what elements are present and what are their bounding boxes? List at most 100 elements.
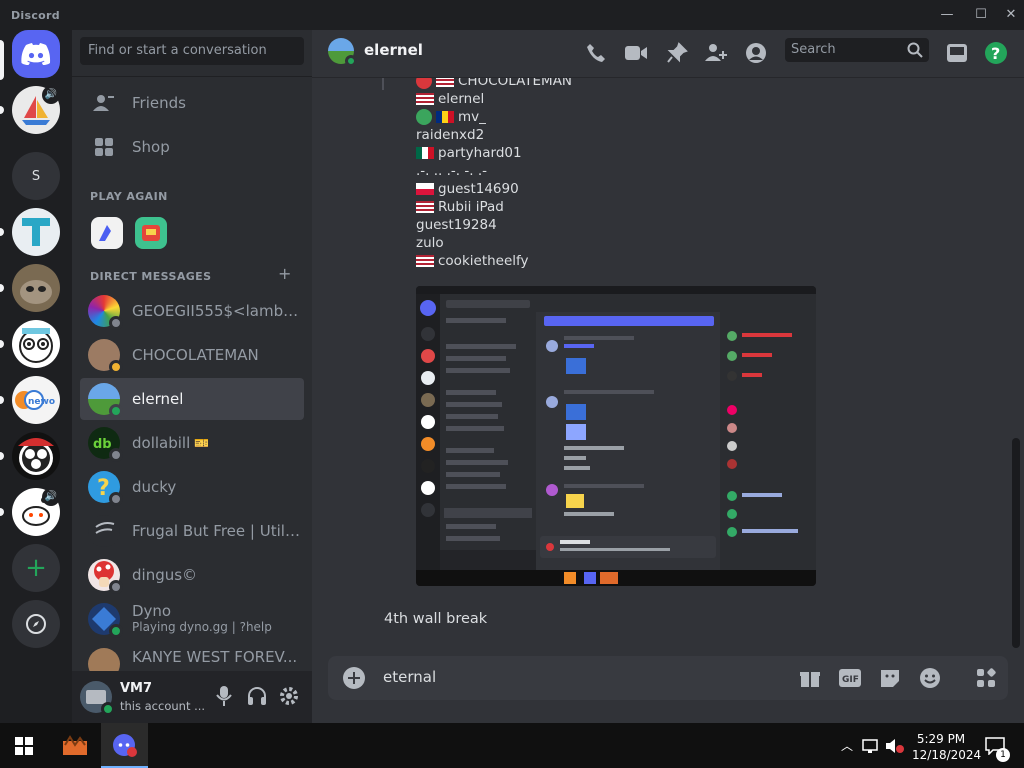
nav-friends[interactable]: Friends <box>80 82 304 124</box>
windows-taskbar: ︿ 5:29 PM 12/18/2024 1 <box>0 723 1024 768</box>
attach-plus-icon[interactable] <box>342 666 366 690</box>
chat-area: CHOCOLATEMAN elernel mv_ raidenxd2 party… <box>312 78 1024 723</box>
notification-count: 1 <box>996 748 1010 762</box>
search-input[interactable]: Search <box>785 38 929 62</box>
volume-muted-icon[interactable] <box>884 723 906 768</box>
svg-text:?: ? <box>991 44 1000 63</box>
image-attachment[interactable] <box>416 286 816 586</box>
clock-date: 12/18/2024 <box>912 748 982 762</box>
dm-name: GEOEGII555$<lambd... <box>132 302 300 320</box>
username: VM7 <box>120 681 153 696</box>
scrollbar[interactable] <box>1012 438 1020 648</box>
compass-icon <box>26 614 46 634</box>
status-online <box>345 55 357 67</box>
nav-shop[interactable]: Shop <box>80 126 304 168</box>
svg-text:db: db <box>93 437 112 452</box>
avatar: db <box>88 427 123 462</box>
discover-button[interactable] <box>12 600 60 648</box>
dm-item[interactable]: Dyno Playing dyno.gg | ?help <box>80 598 304 640</box>
romania-flag-icon <box>436 111 454 123</box>
message-input[interactable]: eternal <box>383 668 436 686</box>
server-s[interactable]: S <box>12 152 60 200</box>
dm-item[interactable]: dingus© <box>80 554 304 596</box>
dm-item[interactable]: ? ducky <box>80 466 304 508</box>
svg-text:GIF: GIF <box>842 675 859 685</box>
message-line: CHOCOLATEMAN <box>416 78 572 89</box>
mic-icon[interactable] <box>214 685 234 711</box>
maximize-button[interactable]: ☐ <box>971 6 991 24</box>
dm-name: ducky <box>132 478 177 496</box>
mexico-flag-icon <box>416 147 434 159</box>
channel-title: elernel <box>364 41 423 59</box>
dm-name: elernel <box>132 390 184 408</box>
gif-icon[interactable]: GIF <box>838 666 862 690</box>
message-line: elernel <box>416 91 484 107</box>
inbox-icon[interactable] <box>944 40 970 66</box>
speaker-icon: 🔊 <box>42 488 60 506</box>
taskbar-app-folder[interactable] <box>52 723 98 768</box>
video-call-icon[interactable] <box>623 40 649 66</box>
find-conversation-button[interactable]: Find or start a conversation <box>80 37 304 65</box>
speaker-icon: 🔊 <box>42 86 60 104</box>
server-raccoon[interactable] <box>12 264 60 312</box>
dm-sidebar: Find or start a conversation Friends Sho… <box>72 30 312 723</box>
shop-label: Shop <box>132 138 170 156</box>
status-offline <box>109 316 123 330</box>
server-newo[interactable]: newo <box>12 376 60 424</box>
red-circle-icon <box>416 78 432 89</box>
dm-name: dollabill <box>132 434 191 452</box>
notifications-icon[interactable]: 1 <box>980 723 1010 768</box>
add-friends-icon[interactable] <box>703 40 729 66</box>
emoji-icon[interactable] <box>918 666 942 690</box>
user-status-text: this account ... <box>120 699 206 713</box>
dm-item[interactable]: KANYE WEST FOREV... <box>80 642 304 672</box>
avatar <box>88 383 123 418</box>
search-icon <box>907 42 923 58</box>
apps-icon[interactable] <box>974 666 998 690</box>
clock[interactable]: 5:29 PM 12/18/2024 <box>912 731 982 763</box>
play-again-heading: PLAY AGAIN <box>90 190 168 203</box>
pin-icon[interactable] <box>664 40 690 66</box>
friends-icon <box>92 91 116 115</box>
add-server-button[interactable]: + <box>12 544 60 592</box>
dm-item-active[interactable]: elernel <box>80 378 304 420</box>
friends-label: Friends <box>132 94 186 112</box>
message-composer: eternal GIF <box>328 656 1008 700</box>
headphones-icon[interactable] <box>246 685 268 711</box>
avatar[interactable] <box>80 681 115 716</box>
network-icon[interactable] <box>860 723 882 768</box>
dm-item[interactable]: GEOEGII555$<lambd... <box>80 290 304 332</box>
call-icon[interactable] <box>583 40 609 66</box>
dm-item[interactable]: db dollabill 🎫 <box>80 422 304 464</box>
avatar <box>88 559 123 594</box>
create-dm-button[interactable]: + <box>278 264 291 283</box>
dm-item[interactable]: Frugal But Free | Utilit... <box>80 510 304 552</box>
user-profile-icon[interactable] <box>743 40 769 66</box>
help-icon[interactable]: ? <box>983 40 1009 66</box>
tray-chevron-up-icon[interactable]: ︿ <box>838 723 856 768</box>
message-line: partyhard01 <box>416 145 522 161</box>
clock-time: 5:29 PM <box>916 732 966 746</box>
user-panel: VM7 this account ... <box>72 671 312 723</box>
dm-item[interactable]: CHOCOLATEMAN <box>80 334 304 376</box>
settings-gear-icon[interactable] <box>278 685 300 711</box>
dm-name: Dyno <box>132 603 172 619</box>
discord-logo-icon <box>21 43 51 65</box>
avatar <box>88 339 123 374</box>
message-line: guest14690 <box>416 181 519 197</box>
sticker-icon[interactable] <box>878 666 902 690</box>
close-button[interactable]: ✕ <box>1001 6 1021 24</box>
game-icon-1[interactable] <box>91 217 123 249</box>
home-button[interactable] <box>12 30 60 78</box>
minimize-button[interactable]: — <box>937 6 957 24</box>
message-line: raidenxd2 <box>416 127 485 143</box>
server-t[interactable] <box>12 208 60 256</box>
server-obs[interactable] <box>12 432 60 480</box>
gift-icon[interactable] <box>798 666 822 690</box>
server-panda[interactable] <box>12 320 60 368</box>
ticket-badge: 🎫 <box>194 436 210 450</box>
game-icon-2[interactable] <box>135 217 167 249</box>
status-online <box>101 702 115 716</box>
taskbar-app-discord[interactable] <box>101 723 148 768</box>
start-button[interactable] <box>0 723 48 768</box>
